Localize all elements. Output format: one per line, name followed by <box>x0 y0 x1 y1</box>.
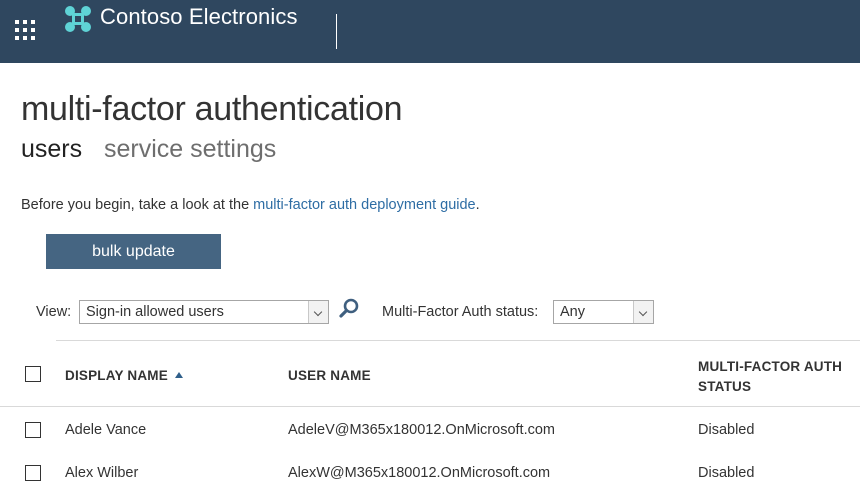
column-header-display-name[interactable]: DISPLAY NAME <box>65 368 183 383</box>
row-mfa-status: Disabled <box>698 422 755 438</box>
intro-text: Before you begin, take a look at the mul… <box>21 197 480 213</box>
column-header-mfa-status[interactable]: MULTI-FACTOR AUTH STATUS <box>698 357 842 397</box>
chevron-down-icon[interactable] <box>308 301 328 323</box>
row-display-name[interactable]: Adele Vance <box>65 422 146 438</box>
app-launcher-icon[interactable] <box>15 20 37 42</box>
mfa-status-select-value: Any <box>560 304 585 320</box>
table-top-divider <box>56 340 860 341</box>
row-checkbox[interactable] <box>25 422 41 438</box>
row-mfa-status: Disabled <box>698 465 755 481</box>
header-divider <box>336 14 337 49</box>
select-all-checkbox[interactable] <box>25 366 41 382</box>
mfa-status-header-line2: STATUS <box>698 379 752 394</box>
search-icon[interactable] <box>338 298 360 320</box>
bulk-update-button[interactable]: bulk update <box>46 234 221 269</box>
contoso-logo-icon <box>65 6 91 32</box>
intro-suffix: . <box>475 197 480 213</box>
row-user-name[interactable]: AlexW@M365x180012.OnMicrosoft.com <box>288 465 550 481</box>
intro-prefix: Before you begin, take a look at the <box>21 197 254 213</box>
view-label: View: <box>36 304 72 320</box>
page-title: multi-factor authentication <box>21 90 403 128</box>
tab-service-settings[interactable]: service settings <box>104 135 276 164</box>
tab-users[interactable]: users <box>21 135 82 164</box>
display-name-header-label: DISPLAY NAME <box>65 368 168 383</box>
view-select[interactable]: Sign-in allowed users <box>79 300 329 324</box>
row-checkbox[interactable] <box>25 465 41 481</box>
deployment-guide-link[interactable]: multi-factor auth deployment guide <box>253 197 475 213</box>
mfa-status-select[interactable]: Any <box>553 300 654 324</box>
brand-name[interactable]: Contoso Electronics <box>100 4 298 30</box>
view-select-value: Sign-in allowed users <box>86 304 224 320</box>
table-header-divider <box>0 406 860 407</box>
row-display-name[interactable]: Alex Wilber <box>65 465 138 481</box>
chevron-down-icon[interactable] <box>633 301 653 323</box>
mfa-status-label: Multi-Factor Auth status: <box>382 304 539 320</box>
row-user-name[interactable]: AdeleV@M365x180012.OnMicrosoft.com <box>288 422 555 438</box>
sort-ascending-icon[interactable] <box>174 372 183 378</box>
mfa-status-header-line1: MULTI-FACTOR AUTH <box>698 359 843 374</box>
column-header-user-name[interactable]: USER NAME <box>288 368 371 383</box>
top-bar: Contoso Electronics <box>0 0 860 63</box>
